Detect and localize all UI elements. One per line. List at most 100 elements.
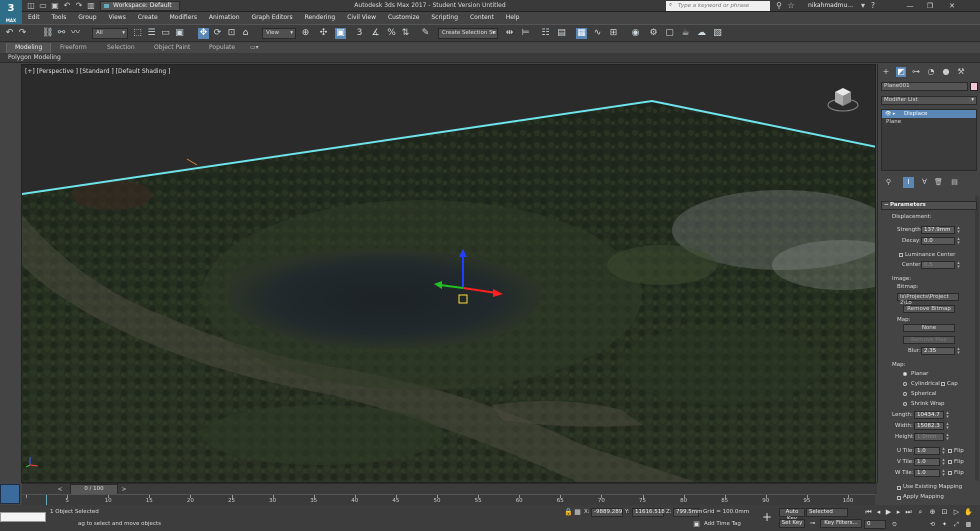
walk-through-icon[interactable]: ✦	[940, 520, 949, 529]
reference-coordinate-dropdown[interactable]: View	[262, 28, 296, 39]
shrink-wrap-radio[interactable]	[903, 402, 907, 406]
u-flip-checkbox[interactable]	[948, 449, 952, 453]
bind-space-warp-icon[interactable]: 〰	[70, 28, 81, 39]
z-coordinate-field[interactable]: 799.5mm	[673, 508, 702, 517]
align-icon[interactable]: ⊨	[520, 28, 531, 39]
u-tile-field[interactable]: 1.0	[914, 447, 940, 455]
menu-civil-view[interactable]: Civil View	[342, 12, 381, 23]
workspace-dropdown[interactable]: Workspace: Default	[100, 1, 180, 11]
menu-help[interactable]: Help	[501, 12, 525, 23]
zoom-icon[interactable]: ⌕	[916, 508, 925, 517]
go-to-start-icon[interactable]: ⏮	[864, 508, 873, 517]
key-filters-button[interactable]: Key Filters...	[820, 519, 862, 528]
blur-spinner[interactable]: ▴ ▾	[956, 347, 961, 356]
make-unique-icon[interactable]: ∀	[919, 177, 930, 188]
menu-views[interactable]: Views	[103, 12, 130, 23]
render-production-icon[interactable]: ☕	[680, 28, 691, 39]
tab-freeform[interactable]: Freeform	[60, 43, 87, 53]
absolute-mode-icon[interactable]: ▦	[573, 508, 582, 517]
modifier-list-dropdown[interactable]: Modifier List	[881, 96, 977, 105]
next-frame-icon[interactable]: ▸	[894, 508, 903, 517]
new-icon[interactable]: ◫	[26, 1, 36, 11]
restore-button[interactable]: ❐	[920, 0, 940, 12]
menu-edit[interactable]: Edit	[22, 12, 45, 23]
w-flip-checkbox[interactable]	[948, 471, 952, 475]
y-coordinate-field[interactable]: 11616.518	[632, 508, 665, 517]
set-key-button[interactable]: Set Key	[779, 519, 805, 528]
spherical-radio[interactable]	[903, 392, 907, 396]
app-menu-button[interactable]: 3 MAX	[0, 0, 22, 24]
create-tab-icon[interactable]: +	[881, 67, 891, 77]
schematic-view-icon[interactable]: ⊞	[608, 28, 619, 39]
u-tile-spinner[interactable]: ▴ ▾	[941, 447, 946, 456]
w-tile-spinner[interactable]: ▴ ▾	[941, 469, 946, 478]
remove-bitmap-button[interactable]: Remove Bitmap	[903, 305, 955, 313]
pivot-center-icon[interactable]: ⊕	[300, 28, 311, 39]
mini-listener-toggle[interactable]	[0, 484, 20, 504]
menu-create[interactable]: Create	[133, 12, 163, 23]
menu-rendering[interactable]: Rendering	[300, 12, 341, 23]
keyboard-shortcut-override-icon[interactable]: ▣	[335, 28, 346, 39]
orbit-icon[interactable]: ⟲	[928, 520, 937, 529]
viewcube[interactable]	[826, 80, 860, 114]
time-configuration-icon[interactable]: ⏲	[890, 520, 899, 529]
v-tile-field[interactable]: 1.0	[914, 458, 940, 466]
tab-object-paint[interactable]: Object Paint	[154, 43, 190, 53]
terrain-plane[interactable]	[22, 65, 876, 483]
rendered-frame-window-icon[interactable]: ▢	[664, 28, 675, 39]
unlink-icon[interactable]: ⚯	[56, 28, 67, 39]
select-by-name-icon[interactable]: ☰	[146, 28, 157, 39]
ribbon-panel-label[interactable]: Polygon Modeling	[0, 53, 980, 63]
w-tile-field[interactable]: 1.0	[914, 469, 940, 477]
width-field[interactable]: 15082.3	[914, 422, 944, 430]
modify-tab-icon[interactable]: ◩	[896, 67, 906, 77]
object-color-swatch[interactable]	[970, 82, 978, 91]
viewport-label[interactable]: [+] [Perspective ] [Standard ] [Default …	[25, 68, 170, 75]
object-name-field[interactable]: Plane001	[881, 82, 968, 91]
x-coordinate-field[interactable]: -9889.289	[591, 508, 623, 517]
select-and-scale-icon[interactable]: ⊡	[226, 28, 237, 39]
select-object-icon[interactable]: ⬚	[132, 28, 143, 39]
toggle-scene-explorer-icon[interactable]: ☷	[540, 28, 551, 39]
parameters-rollout[interactable]: Parameters	[881, 201, 977, 210]
curve-editor-icon[interactable]: ∿	[592, 28, 603, 39]
user-account[interactable]: nikahmadmu...	[800, 0, 860, 12]
pan-view-icon[interactable]: ✋	[964, 508, 973, 517]
height-field[interactable]: 1.0mm	[914, 433, 944, 441]
menu-group[interactable]: Group	[73, 12, 101, 23]
menu-tools[interactable]: Tools	[47, 12, 72, 23]
zoom-all-icon[interactable]: ⊕	[928, 508, 937, 517]
v-flip-checkbox[interactable]	[948, 460, 952, 464]
select-and-place-icon[interactable]: ⌂	[240, 28, 251, 39]
length-field[interactable]: 10434.7	[914, 411, 944, 419]
decay-field[interactable]: 0.0	[921, 237, 955, 245]
map-none-button[interactable]: None	[903, 324, 955, 332]
menu-animation[interactable]: Animation	[204, 12, 245, 23]
project-folder-icon[interactable]: ▥	[86, 1, 96, 11]
help-icon[interactable]: ?	[868, 1, 878, 11]
menu-graph-editors[interactable]: Graph Editors	[246, 12, 297, 23]
trackbar[interactable]: 5 10 15 20 25 30 35 40 45 50 55 60 65 70 75 80 85 90 95 100	[22, 494, 875, 506]
user-dropdown-icon[interactable]: ▾	[858, 1, 868, 11]
select-and-move-icon[interactable]: ✥	[198, 28, 209, 39]
spinner-snap-icon[interactable]: ⇅	[400, 28, 411, 39]
angle-snap-icon[interactable]: ∡	[370, 28, 381, 39]
current-frame-field[interactable]: 0	[864, 520, 886, 529]
search-input[interactable]: Type a keyword or phrase	[666, 0, 770, 11]
undo-icon[interactable]: ↶	[4, 28, 15, 39]
configure-modifier-sets-icon[interactable]: ▤	[949, 177, 960, 188]
selection-filter-dropdown[interactable]: All	[92, 28, 128, 39]
pin-stack-icon[interactable]: ⚲	[883, 177, 894, 188]
save-icon[interactable]: ▣	[50, 1, 60, 11]
tab-selection[interactable]: Selection	[107, 43, 135, 53]
width-spinner[interactable]: ▴ ▾	[945, 422, 950, 431]
a360-gallery-icon[interactable]: ▧	[712, 28, 723, 39]
cap-checkbox[interactable]	[941, 382, 945, 386]
maximize-viewport-icon[interactable]: ⤢	[952, 520, 961, 529]
viewport-layout-icon[interactable]: ▩	[964, 520, 973, 529]
link-icon[interactable]: ⛓	[42, 28, 53, 39]
key-mode-icon[interactable]: ⊸	[808, 519, 817, 528]
undo-icon[interactable]: ↶	[62, 1, 72, 11]
select-manipulate-icon[interactable]: ✣	[318, 28, 329, 39]
toggle-ribbon-icon[interactable]: ▦	[576, 28, 587, 39]
